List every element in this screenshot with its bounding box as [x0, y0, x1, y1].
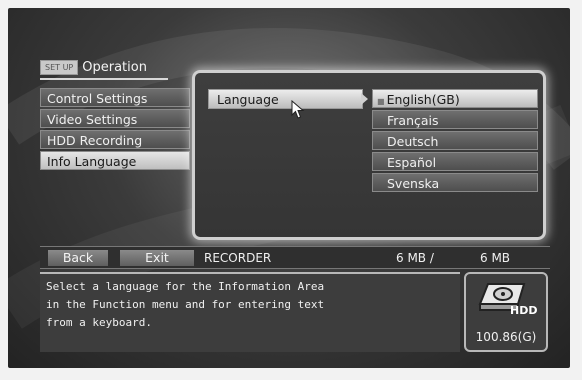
hdd-capacity: 100.86(G): [475, 330, 537, 344]
language-options: ■ English(GB) Français Deutsch Español Sv…: [372, 89, 538, 194]
option-francais[interactable]: Français: [372, 110, 538, 129]
recorder-screen: SET UP Operation Control Settings Video …: [8, 8, 570, 368]
back-button[interactable]: Back: [48, 250, 108, 266]
setup-tag: SET UP: [40, 59, 79, 75]
info-line: Select a language for the Information Ar…: [46, 280, 325, 293]
menu-item-hdd-recording[interactable]: HDD Recording: [40, 130, 190, 149]
info-box: Select a language for the Information Ar…: [40, 272, 460, 352]
page-title: Operation: [82, 59, 147, 75]
selected-marker-icon: ■: [377, 97, 385, 106]
info-line: from a keyboard.: [46, 316, 152, 329]
hdd-status: HDD 100.86(G): [464, 272, 548, 352]
option-espanol[interactable]: Español: [372, 152, 538, 171]
status-bar: Back Exit RECORDER 6 MB / 6 MB: [40, 246, 550, 269]
settings-menu: Control Settings Video Settings HDD Reco…: [40, 88, 190, 172]
pointer-cursor-icon: [291, 100, 305, 119]
option-deutsch[interactable]: Deutsch: [372, 131, 538, 150]
option-svenska[interactable]: Svenska: [372, 173, 538, 192]
menu-item-video-settings[interactable]: Video Settings: [40, 109, 190, 128]
option-english-gb[interactable]: ■ English(GB): [372, 89, 538, 108]
page-header: SET UP Operation: [40, 58, 151, 76]
option-label: English(GB): [386, 92, 460, 107]
source-label: RECORDER: [204, 251, 272, 265]
hdd-label: HDD: [510, 304, 538, 317]
submenu-arrow-icon: [361, 93, 368, 105]
header-underline: [40, 78, 168, 80]
storage-total: 6 MB: [480, 251, 511, 265]
menu-item-info-language[interactable]: Info Language: [40, 151, 190, 170]
exit-button[interactable]: Exit: [120, 250, 194, 266]
info-line: in the Function menu and for entering te…: [46, 298, 325, 311]
language-setting-button[interactable]: Language: [208, 89, 363, 109]
menu-item-control-settings[interactable]: Control Settings: [40, 88, 190, 107]
storage-used: 6 MB /: [396, 251, 434, 265]
